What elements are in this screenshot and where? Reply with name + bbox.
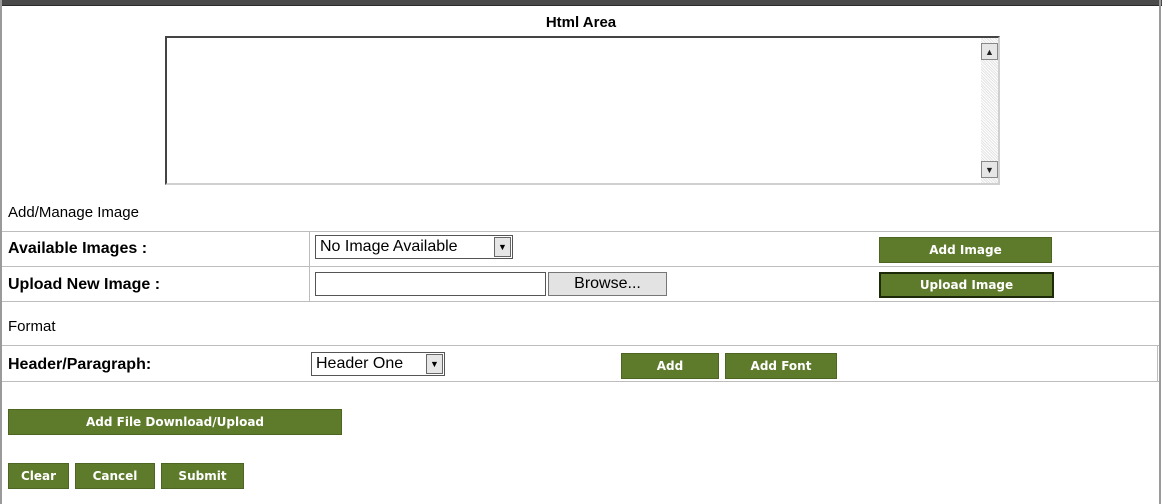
left-border bbox=[0, 0, 2, 504]
browse-button[interactable]: Browse... bbox=[548, 272, 667, 296]
available-images-label: Available Images : bbox=[8, 240, 148, 257]
submit-button[interactable]: Submit bbox=[161, 463, 244, 489]
add-button[interactable]: Add bbox=[621, 353, 719, 379]
format-table-top-line bbox=[2, 345, 1159, 346]
image-table-mid-line bbox=[2, 266, 1159, 267]
clear-button[interactable]: Clear bbox=[8, 463, 69, 489]
add-font-button[interactable]: Add Font bbox=[725, 353, 837, 379]
header-paragraph-select[interactable]: Header One ▼ bbox=[311, 352, 445, 376]
format-table-bottom-line bbox=[2, 381, 1159, 382]
header-paragraph-value: Header One bbox=[316, 355, 404, 372]
top-border bbox=[0, 0, 1162, 6]
header-paragraph-label: Header/Paragraph: bbox=[8, 356, 152, 373]
upload-image-button[interactable]: Upload Image bbox=[879, 272, 1054, 298]
scroll-down-arrow-icon[interactable]: ▼ bbox=[981, 161, 998, 178]
image-table-col-line bbox=[309, 231, 310, 301]
format-heading: Format bbox=[8, 318, 56, 335]
add-image-button[interactable]: Add Image bbox=[879, 237, 1052, 263]
html-area-textarea[interactable]: ▲ ▼ bbox=[165, 36, 1000, 185]
add-file-download-upload-button[interactable]: Add File Download/Upload bbox=[8, 409, 342, 435]
image-table-bottom-line bbox=[2, 301, 1159, 302]
available-images-value: No Image Available bbox=[320, 238, 458, 255]
available-images-select[interactable]: No Image Available ▼ bbox=[315, 235, 513, 259]
scroll-up-arrow-icon[interactable]: ▲ bbox=[981, 43, 998, 60]
image-table-top-line bbox=[2, 231, 1159, 232]
format-table-right-line bbox=[1157, 345, 1158, 381]
right-border bbox=[1159, 0, 1161, 504]
upload-file-input[interactable] bbox=[315, 272, 546, 296]
dropdown-arrow-icon[interactable]: ▼ bbox=[426, 354, 443, 374]
cancel-button[interactable]: Cancel bbox=[75, 463, 155, 489]
html-area-scrollbar[interactable]: ▲ ▼ bbox=[981, 38, 998, 183]
upload-new-image-label: Upload New Image : bbox=[8, 276, 161, 293]
add-manage-image-heading: Add/Manage Image bbox=[8, 204, 139, 221]
dropdown-arrow-icon[interactable]: ▼ bbox=[494, 237, 511, 257]
html-area-title: Html Area bbox=[545, 14, 617, 31]
